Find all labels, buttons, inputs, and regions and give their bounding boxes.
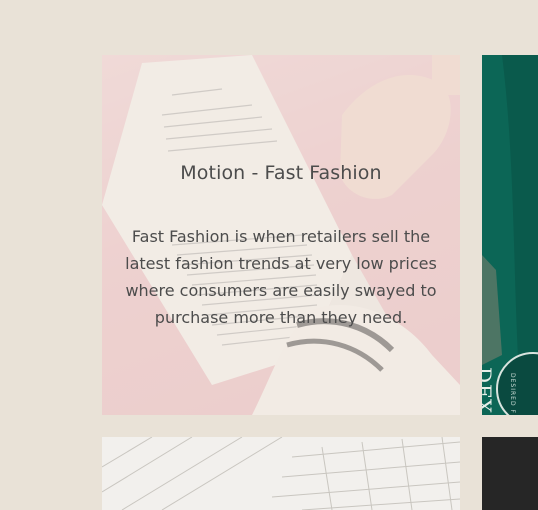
project-description: Fast Fashion is when retailers sell the … [125,227,437,327]
project-tile-dfx[interactable]: DFX DESIRED F [482,55,538,415]
brand-logo-text: DFX [482,367,496,415]
project-title[interactable]: Motion - Fast Fashion [102,162,460,184]
project-tile-bricks[interactable] [102,437,460,510]
portfolio-grid: Motion - Fast Fashion Fast Fashion is wh… [0,0,538,510]
brand-logo-subtext: DESIRED F [509,373,516,414]
project-tile-dark[interactable] [482,437,538,510]
dark-photo [482,437,538,510]
project-tile-fast-fashion[interactable]: Motion - Fast Fashion Fast Fashion is wh… [102,55,460,415]
bricks-photo [102,437,460,510]
